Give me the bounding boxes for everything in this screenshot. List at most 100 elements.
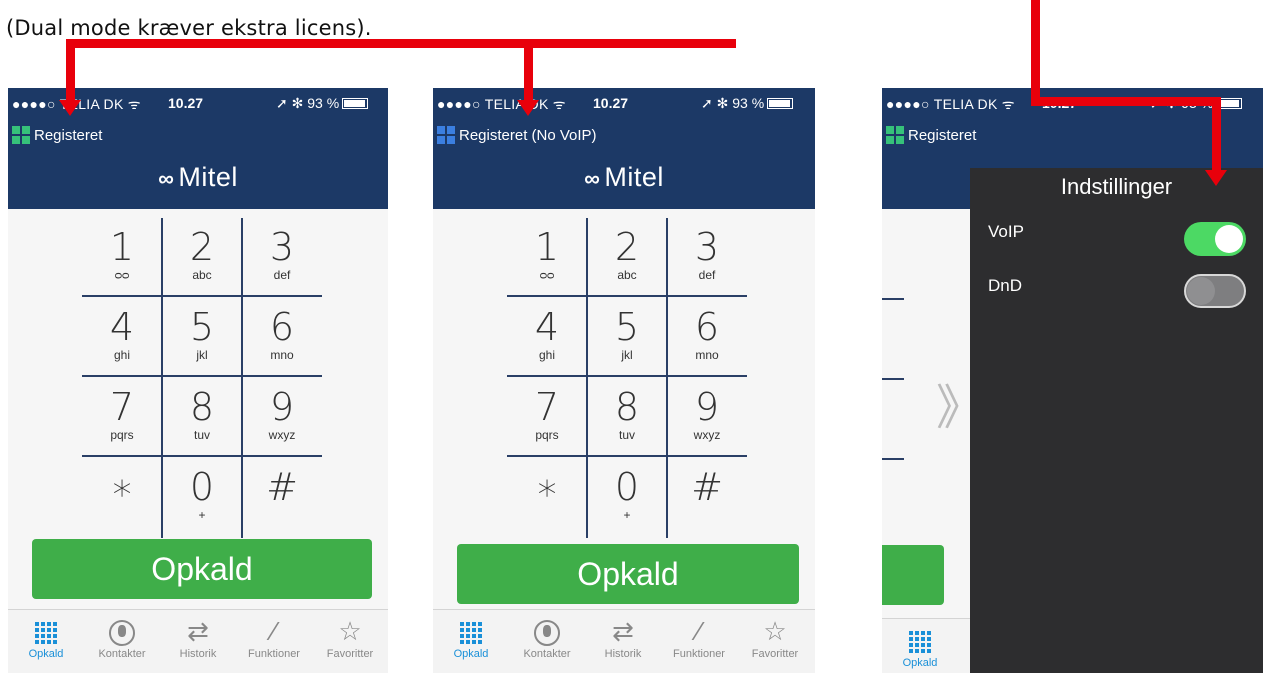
call-button[interactable]: Opkald: [32, 539, 372, 599]
key-hash[interactable]: #: [242, 458, 322, 538]
key-0[interactable]: 0 +: [587, 458, 667, 538]
tab-opkald[interactable]: Opkald: [882, 623, 958, 669]
key-digit: 5: [614, 305, 640, 349]
registration-status[interactable]: Registeret: [886, 126, 976, 144]
mitel-logo: ∞ Mitel: [433, 162, 815, 193]
dnd-label: DnD: [988, 276, 1023, 295]
tab-opkald[interactable]: Opkald: [433, 614, 509, 660]
carrier-label: ●●●●○ TELIA DK ᯤ: [886, 96, 1015, 112]
voip-toggle[interactable]: [1184, 222, 1246, 256]
key-3[interactable]: 3 def: [667, 218, 747, 298]
settings-panel: Indstillinger VoIP DnD: [970, 168, 1263, 673]
wand-icon: ⁄: [696, 616, 702, 646]
clock-label: 10.27: [593, 95, 629, 111]
key-digit: #: [266, 465, 298, 509]
key-1[interactable]: 1 ᴑᴑ: [507, 218, 587, 298]
registration-grid-icon: [12, 126, 30, 144]
mitel-logo-symbol: ∞: [158, 166, 175, 191]
key-digit: 3: [269, 225, 295, 269]
key-letters: tuv: [618, 428, 635, 442]
tab-kontakter[interactable]: Kontakter: [84, 614, 160, 660]
voicemail-icon: ᴑᴑ: [539, 268, 555, 282]
key-letters: tuv: [193, 428, 210, 442]
key-digit: 8: [614, 385, 640, 429]
tab-historik[interactable]: ⇄ Historik: [585, 614, 661, 660]
annotation-arrow-line: [1031, 0, 1040, 106]
registration-label: Registeret: [34, 126, 103, 144]
key-6[interactable]: 6 mno: [667, 298, 747, 378]
clock-label: 10.27: [168, 95, 204, 111]
contacts-icon: [509, 614, 585, 648]
key-star[interactable]: ∗: [82, 458, 162, 538]
key-digit: 0: [614, 465, 640, 509]
history-icon: ⇄: [612, 616, 634, 646]
key-8[interactable]: 8 tuv: [587, 378, 667, 458]
mitel-logo-text: Mitel: [604, 162, 664, 192]
key-1[interactable]: 1 ᴑᴑ: [82, 218, 162, 298]
annotation-arrowhead: [59, 100, 81, 116]
key-2[interactable]: 2 abc: [162, 218, 242, 298]
key-4[interactable]: 4 ghi: [507, 298, 587, 378]
registration-grid-icon: [886, 126, 904, 144]
keypad-divider: [882, 378, 904, 380]
mitel-logo: ∞ Mitel: [8, 162, 388, 193]
annotation-arrow-line: [66, 39, 736, 48]
tab-funktioner[interactable]: ⁄ Funktioner: [661, 614, 737, 660]
voip-label: VoIP: [988, 222, 1024, 241]
chevron-left-icon[interactable]: 《: [795, 368, 815, 438]
tab-label: Favoritter: [751, 648, 799, 660]
tab-funktioner[interactable]: ⁄ Funktioner: [236, 614, 312, 660]
key-digit: 3: [694, 225, 720, 269]
key-letters: wxyz: [693, 428, 721, 442]
key-letters: ghi: [538, 348, 555, 362]
registration-label: Registeret (No VoIP): [459, 126, 597, 144]
key-4[interactable]: 4 ghi: [82, 298, 162, 378]
tab-label: Opkald: [453, 648, 489, 660]
key-6[interactable]: 6 mno: [242, 298, 322, 378]
key-9[interactable]: 9 wxyz: [667, 378, 747, 458]
key-star[interactable]: ∗: [507, 458, 587, 538]
tab-opkald[interactable]: Opkald: [8, 614, 84, 660]
key-hash[interactable]: #: [667, 458, 747, 538]
voicemail-icon: ᴑᴑ: [114, 268, 130, 282]
battery-indicator: ➚ ✻ 93 %: [276, 95, 369, 112]
key-letters: def: [698, 268, 716, 282]
tab-favoritter[interactable]: ☆ Favoritter: [312, 614, 388, 660]
annotation-arrow-line: [524, 39, 533, 103]
key-8[interactable]: 8 tuv: [162, 378, 242, 458]
tab-label: Kontakter: [98, 648, 146, 660]
call-button[interactable]: Opkald: [457, 544, 799, 604]
key-2[interactable]: 2 abc: [587, 218, 667, 298]
tab-favoritter[interactable]: ☆ Favoritter: [737, 614, 813, 660]
battery-icon: [767, 98, 794, 109]
key-digit: 8: [189, 385, 215, 429]
key-0[interactable]: 0 +: [162, 458, 242, 538]
toggle-knob: [1215, 225, 1243, 253]
key-letters: mno: [270, 348, 294, 362]
annotation-arrow-line: [1212, 97, 1221, 172]
tab-historik[interactable]: ⇄ Historik: [160, 614, 236, 660]
key-5[interactable]: 5 jkl: [587, 298, 667, 378]
registration-status[interactable]: Registeret (No VoIP): [437, 126, 597, 144]
battery-label: ➚ ✻ 93 %: [701, 95, 765, 111]
key-7[interactable]: 7 pqrs: [507, 378, 587, 458]
key-digit: 6: [269, 305, 295, 349]
tab-kontakter[interactable]: Kontakter: [509, 614, 585, 660]
registration-status[interactable]: Registeret: [12, 126, 102, 144]
status-bar: ●●●●○ TELIA DK ᯤ 10.27 ➚ ✻ 93 %: [433, 88, 815, 118]
key-7[interactable]: 7 pqrs: [82, 378, 162, 458]
chevron-left-icon[interactable]: 《: [368, 368, 388, 438]
key-9[interactable]: 9 wxyz: [242, 378, 322, 458]
key-letters: abc: [617, 268, 637, 282]
key-digit: 2: [189, 225, 215, 269]
tab-label: Funktioner: [673, 648, 725, 660]
dnd-toggle[interactable]: [1184, 274, 1246, 308]
call-button-partial[interactable]: [882, 545, 944, 605]
key-3[interactable]: 3 def: [242, 218, 322, 298]
key-letters: +: [198, 508, 206, 522]
annotation-arrow-line: [66, 39, 75, 103]
key-digit: 1: [534, 225, 560, 269]
wand-icon: ⁄: [271, 616, 277, 646]
key-digit: 0: [189, 465, 215, 509]
key-5[interactable]: 5 jkl: [162, 298, 242, 378]
